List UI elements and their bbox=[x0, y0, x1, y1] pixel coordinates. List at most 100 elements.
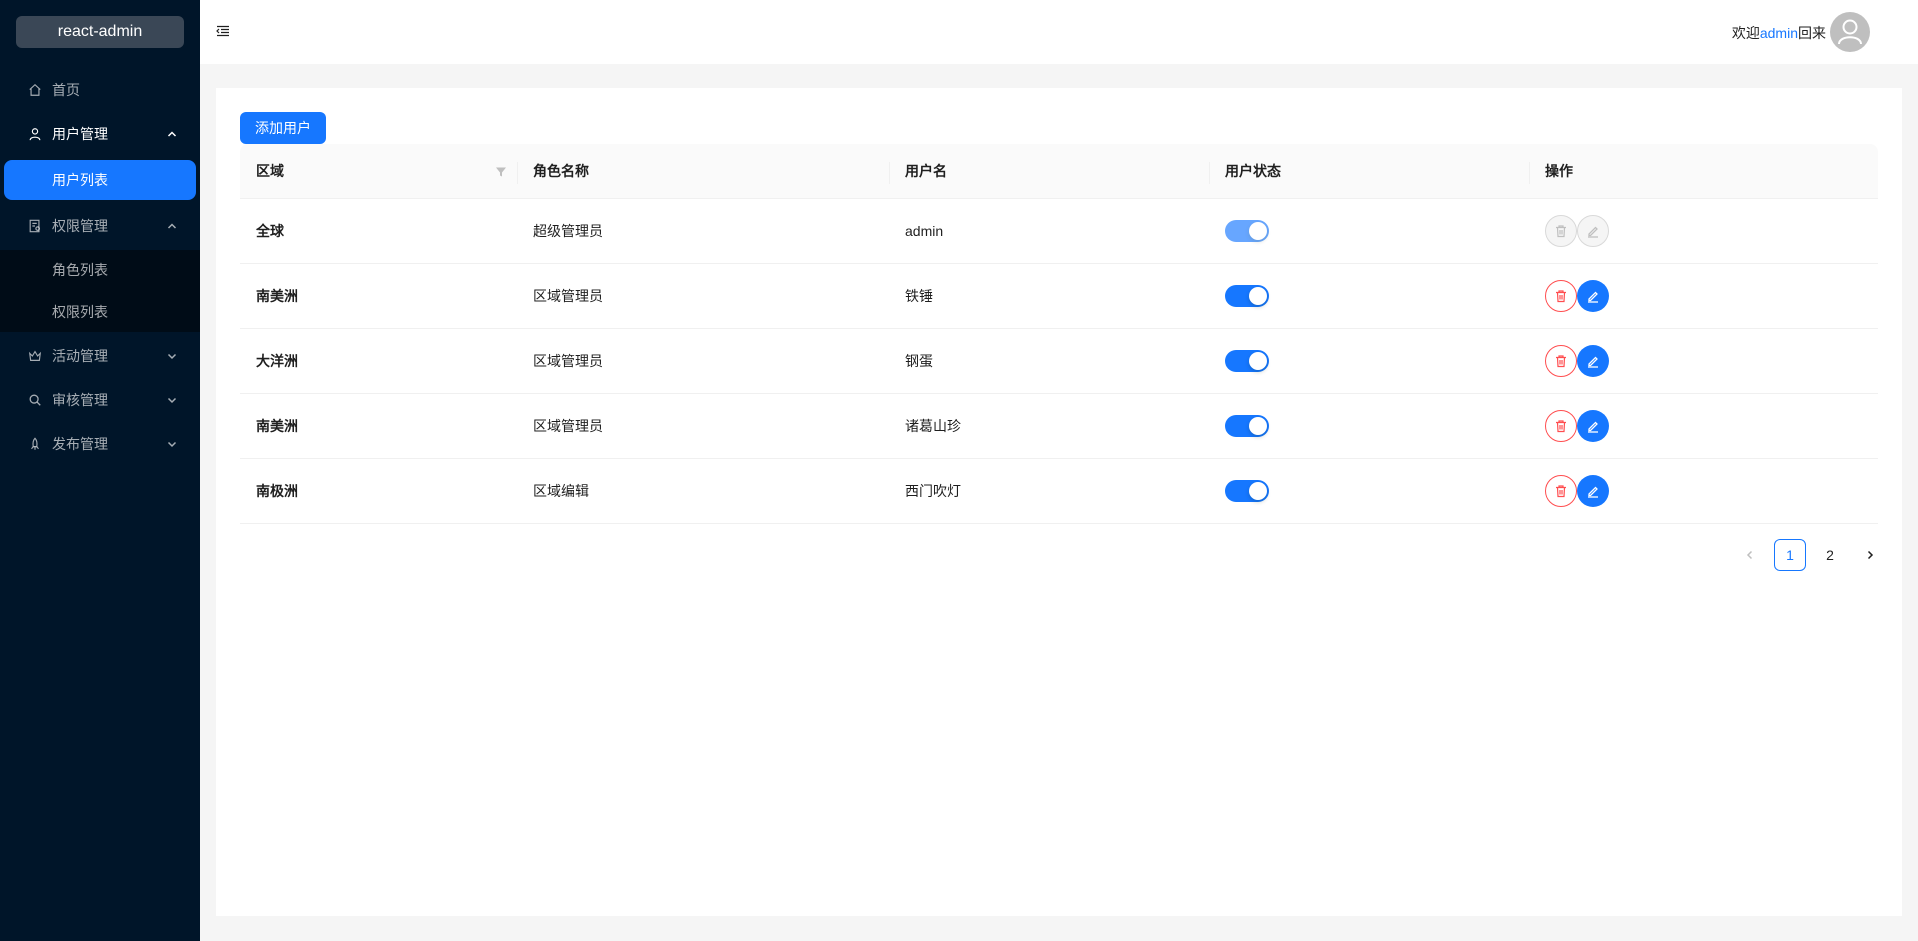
table-row: 南美洲 区域管理员 诸葛山珍 bbox=[240, 394, 1878, 459]
sidebar-item-label: 审核管理 bbox=[52, 392, 108, 408]
chevron-down-icon bbox=[166, 349, 178, 361]
chevron-down-icon bbox=[166, 393, 178, 405]
next-page-button[interactable] bbox=[1854, 539, 1886, 571]
column-header-username: 用户名 bbox=[889, 144, 1209, 198]
switch-knob bbox=[1249, 287, 1267, 305]
filter-icon[interactable] bbox=[495, 165, 507, 177]
sidebar-item-publish-management[interactable]: 发布管理 bbox=[0, 422, 200, 466]
delete-icon bbox=[1554, 419, 1568, 433]
delete-button[interactable] bbox=[1545, 475, 1577, 507]
cell-actions bbox=[1529, 264, 1878, 328]
edit-icon bbox=[1586, 484, 1600, 498]
sidebar-item-permission-management[interactable]: 权限管理 bbox=[0, 204, 200, 248]
cell-role: 超级管理员 bbox=[533, 223, 603, 239]
submenu-user: 用户列表 bbox=[0, 160, 200, 200]
cell-role: 区域管理员 bbox=[533, 418, 603, 434]
status-switch[interactable] bbox=[1225, 415, 1269, 437]
delete-button[interactable] bbox=[1545, 280, 1577, 312]
edit-icon bbox=[1586, 419, 1600, 433]
user-icon bbox=[28, 127, 42, 141]
user-table: 区域 角色名称 用户名 用户状态 操作 全球 超级管理员 admin 南美洲 区… bbox=[240, 144, 1878, 524]
cell-username: 铁锤 bbox=[905, 288, 933, 304]
edit-button[interactable] bbox=[1577, 280, 1609, 312]
pagination: 1 2 bbox=[1726, 539, 1886, 571]
sidebar-item-user-management[interactable]: 用户管理 bbox=[0, 112, 200, 156]
column-header-actions: 操作 bbox=[1529, 144, 1878, 198]
submenu-permission: 角色列表 权限列表 bbox=[0, 250, 200, 332]
status-switch[interactable] bbox=[1225, 285, 1269, 307]
chevron-up-icon bbox=[166, 219, 178, 231]
cell-status bbox=[1209, 199, 1529, 263]
page-2-button[interactable]: 2 bbox=[1814, 539, 1846, 571]
column-header-status: 用户状态 bbox=[1209, 144, 1529, 198]
sidebar-item-home[interactable]: 首页 bbox=[0, 68, 200, 112]
edit-button bbox=[1577, 215, 1609, 247]
sidebar-item-user-list[interactable]: 用户列表 bbox=[4, 160, 196, 200]
edit-button[interactable] bbox=[1577, 475, 1609, 507]
sidebar-item-review-management[interactable]: 审核管理 bbox=[0, 378, 200, 422]
welcome-username: admin bbox=[1759, 25, 1798, 41]
cell-status bbox=[1209, 329, 1529, 393]
sidebar-item-label: 首页 bbox=[52, 82, 80, 98]
welcome-suffix: 回来 bbox=[1798, 25, 1826, 41]
welcome-text: 欢迎admin回来 bbox=[1732, 23, 1826, 43]
delete-button bbox=[1545, 215, 1577, 247]
chevron-up-icon bbox=[166, 127, 178, 139]
app-logo: react-admin bbox=[16, 16, 184, 48]
switch-knob bbox=[1249, 222, 1267, 240]
delete-icon bbox=[1554, 354, 1568, 368]
switch-knob bbox=[1249, 482, 1267, 500]
sidebar-item-permission-list[interactable]: 权限列表 bbox=[0, 292, 200, 332]
cell-username: 钢蛋 bbox=[905, 353, 933, 369]
status-switch[interactable] bbox=[1225, 480, 1269, 502]
status-switch[interactable] bbox=[1225, 350, 1269, 372]
chevron-right-icon bbox=[1867, 550, 1874, 560]
sidebar: react-admin 首页 用户管理 用户列表 权限管理 角色列表 权限列表 … bbox=[0, 0, 200, 941]
cell-region: 全球 bbox=[256, 223, 284, 239]
sidebar-item-label: 发布管理 bbox=[52, 436, 108, 452]
column-header-role: 角色名称 bbox=[517, 144, 889, 198]
cell-username: 诸葛山珍 bbox=[905, 418, 961, 434]
column-header-region: 区域 bbox=[240, 144, 517, 198]
edit-button[interactable] bbox=[1577, 410, 1609, 442]
cell-username: 西门吹灯 bbox=[905, 483, 961, 499]
edit-icon bbox=[1586, 354, 1600, 368]
sidebar-item-activity-management[interactable]: 活动管理 bbox=[0, 334, 200, 378]
cell-actions bbox=[1529, 199, 1878, 263]
delete-icon bbox=[1554, 289, 1568, 303]
user-avatar-icon bbox=[1838, 19, 1862, 45]
cell-status bbox=[1209, 264, 1529, 328]
search-icon bbox=[28, 393, 42, 407]
delete-button[interactable] bbox=[1545, 345, 1577, 377]
delete-icon bbox=[1554, 484, 1568, 498]
crown-icon bbox=[28, 349, 42, 363]
audit-icon bbox=[28, 219, 42, 233]
page-1-button[interactable]: 1 bbox=[1774, 539, 1806, 571]
sidebar-item-label: 权限管理 bbox=[52, 218, 108, 234]
table-row: 大洋洲 区域管理员 钢蛋 bbox=[240, 329, 1878, 394]
cell-role: 区域编辑 bbox=[533, 483, 589, 499]
delete-button[interactable] bbox=[1545, 410, 1577, 442]
header: 欢迎admin回来 bbox=[200, 0, 1918, 64]
edit-button[interactable] bbox=[1577, 345, 1609, 377]
cell-actions bbox=[1529, 329, 1878, 393]
menu-fold-icon[interactable] bbox=[216, 24, 230, 38]
status-switch bbox=[1225, 220, 1269, 242]
edit-icon bbox=[1586, 224, 1600, 238]
table-row: 全球 超级管理员 admin bbox=[240, 199, 1878, 264]
welcome-prefix: 欢迎 bbox=[1731, 25, 1760, 41]
sidebar-item-role-list[interactable]: 角色列表 bbox=[0, 250, 200, 290]
prev-page-button[interactable] bbox=[1734, 539, 1766, 571]
sidebar-menu: 首页 用户管理 用户列表 权限管理 角色列表 权限列表 活动管理 审核管理 发布… bbox=[0, 68, 200, 466]
cell-actions bbox=[1529, 394, 1878, 458]
table-body: 全球 超级管理员 admin 南美洲 区域管理员 铁锤 大洋洲 区域管理员 钢蛋… bbox=[240, 199, 1878, 524]
add-user-button[interactable]: 添加用户 bbox=[240, 112, 326, 144]
cell-role: 区域管理员 bbox=[533, 288, 603, 304]
table-row: 南极洲 区域编辑 西门吹灯 bbox=[240, 459, 1878, 524]
cell-region: 南美洲 bbox=[256, 418, 298, 434]
home-icon bbox=[28, 83, 42, 97]
avatar[interactable] bbox=[1830, 12, 1870, 52]
cell-status bbox=[1209, 394, 1529, 458]
delete-icon bbox=[1554, 224, 1568, 238]
cell-username: admin bbox=[905, 223, 944, 239]
